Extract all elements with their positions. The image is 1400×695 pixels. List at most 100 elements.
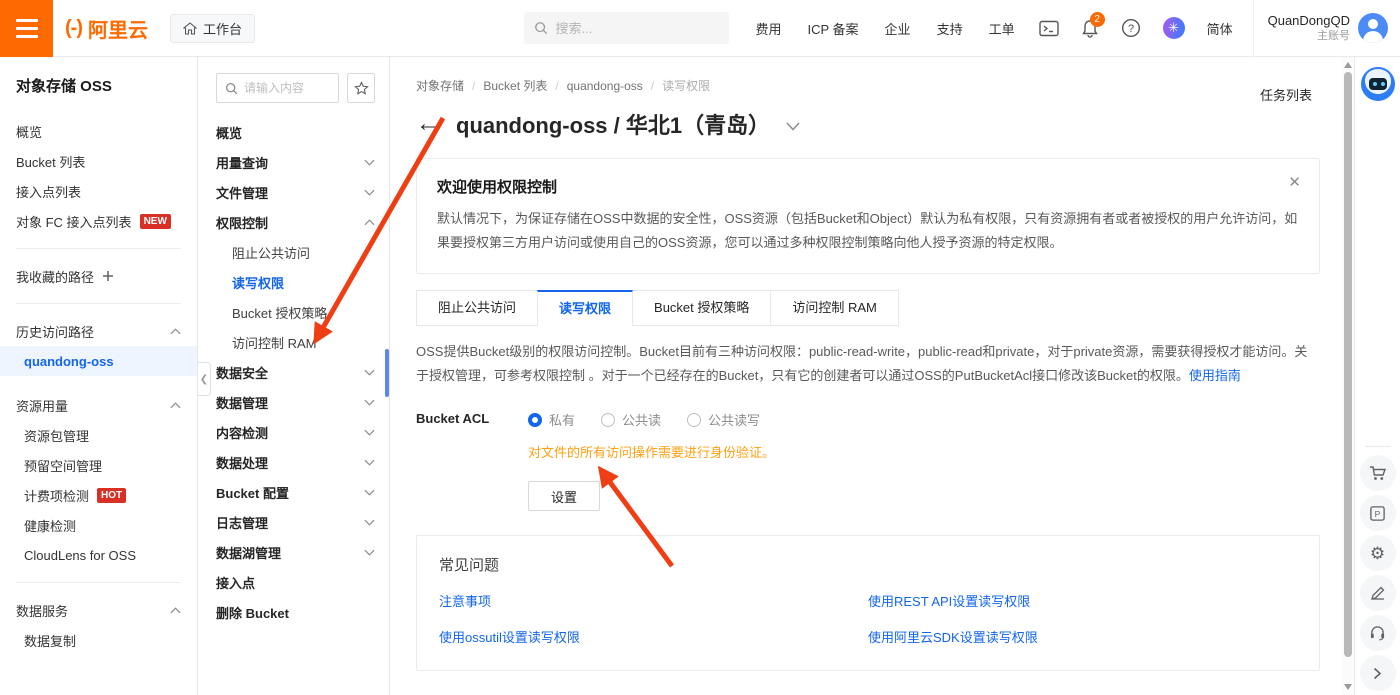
bucket-menu: 概览 用量查询 文件管理 权限控制 阻止公共访问 读写权限 Bucket 授权策…	[198, 57, 390, 695]
task-list-link[interactable]: 任务列表	[1260, 85, 1312, 104]
back-arrow-icon[interactable]: ←	[416, 112, 440, 136]
tab-block-public-access[interactable]: 阻止公共访问	[416, 290, 539, 326]
menu-item-ram-access-control[interactable]: 访问控制 RAM	[216, 327, 375, 357]
sidebar-item-fc-access-points[interactable]: 对象 FC 接入点列表 NEW	[16, 206, 181, 236]
scroll-up-arrow[interactable]	[1344, 62, 1352, 68]
sidebar-divider	[16, 582, 181, 583]
radio-public-read[interactable]: 公共读	[601, 410, 661, 429]
workbench-label: 工作台	[202, 21, 242, 37]
ai-assistant-icon[interactable]	[1360, 67, 1395, 101]
menu-item-block-public-access[interactable]: 阻止公共访问	[216, 237, 375, 267]
sidebar-item-overview[interactable]: 概览	[16, 116, 181, 146]
language-toggle[interactable]: 简体	[1207, 19, 1233, 38]
welcome-title: 欢迎使用权限控制	[437, 179, 558, 196]
sidebar-section-history[interactable]: 历史访问路径	[16, 316, 181, 346]
scroll-down-arrow[interactable]	[1344, 684, 1352, 690]
close-icon[interactable]: ✕	[1288, 173, 1301, 191]
nav-icp[interactable]: ICP 备案	[807, 19, 858, 38]
faq-link-rest-api[interactable]: 使用REST API设置读写权限	[868, 591, 1297, 610]
sidebar-title: 对象存储 OSS	[16, 78, 112, 95]
account-menu[interactable]: QuanDongQD 主账号	[1268, 13, 1388, 43]
breadcrumb: 对象存储 / Bucket 列表 / quandong-oss / 读写权限	[416, 77, 711, 94]
radio-private[interactable]: 私有	[528, 410, 575, 429]
sidebar-item-bucket-list[interactable]: Bucket 列表	[16, 146, 181, 176]
chevron-right-icon[interactable]	[1359, 655, 1396, 691]
page-title: quandong-oss / 华北1（青岛）	[456, 113, 771, 138]
sidebar-item-resource-packages[interactable]: 资源包管理	[16, 420, 181, 450]
edit-pencil-icon[interactable]	[1359, 575, 1396, 611]
main-scrollbar[interactable]	[1342, 57, 1354, 695]
sidebar-item-billing-check[interactable]: 计费项检测 HOT	[16, 480, 181, 510]
tab-read-write-permission[interactable]: 读写权限	[537, 290, 634, 326]
avatar[interactable]	[1358, 13, 1388, 43]
workbench-button[interactable]: 工作台	[169, 13, 255, 43]
menu-item-access-point[interactable]: 接入点	[216, 567, 375, 597]
permission-tabs: 阻止公共访问 读写权限 Bucket 授权策略 访问控制 RAM	[416, 290, 1320, 326]
menu-item-bucket-settings[interactable]: Bucket 配置	[216, 477, 375, 507]
menu-item-delete-bucket[interactable]: 删除 Bucket	[216, 597, 375, 627]
sidebar-item-data-replication[interactable]: 数据复制	[16, 625, 181, 655]
svg-text:P: P	[1375, 508, 1381, 518]
main-scrollbar-thumb[interactable]	[1344, 72, 1352, 657]
docs-icon[interactable]: P	[1359, 495, 1396, 531]
headset-icon[interactable]	[1359, 615, 1396, 651]
menu-item-file-management[interactable]: 文件管理	[216, 177, 375, 207]
assistant-star-icon[interactable]: ✳	[1162, 17, 1185, 39]
breadcrumb-oss[interactable]: 对象存储	[416, 77, 464, 94]
bucket-menu-search-input[interactable]	[244, 81, 330, 95]
help-icon[interactable]: ?	[1121, 18, 1141, 38]
sidebar-item-favorite-paths[interactable]: 我收藏的路径	[16, 261, 181, 291]
menu-scrollbar-thumb[interactable]	[385, 349, 389, 397]
bucket-acl-row: Bucket ACL 私有 公共读 公共读写	[416, 410, 1320, 429]
menu-item-permission-control[interactable]: 权限控制	[216, 207, 375, 237]
plus-icon[interactable]	[102, 270, 114, 282]
sidebar-item-reserved-capacity[interactable]: 预留空间管理	[16, 450, 181, 480]
guide-link[interactable]: 使用指南	[1189, 368, 1241, 383]
menu-item-read-write-permission[interactable]: 读写权限	[216, 267, 375, 297]
tab-ram-access-control[interactable]: 访问控制 RAM	[770, 290, 899, 326]
terminal-icon[interactable]	[1038, 20, 1059, 37]
sidebar-section-data-service[interactable]: 数据服务	[16, 595, 181, 625]
aliyun-logo[interactable]: (-) 阿里云	[65, 14, 148, 43]
sidebar-item-cloudlens[interactable]: CloudLens for OSS	[16, 540, 181, 570]
favorite-star-button[interactable]	[347, 73, 375, 103]
radio-public-read-write[interactable]: 公共读写	[687, 410, 760, 429]
menu-item-data-lake-management[interactable]: 数据湖管理	[216, 537, 375, 567]
global-search[interactable]	[524, 12, 730, 44]
aliyun-logo-text: 阿里云	[87, 19, 148, 42]
menu-item-data-processing[interactable]: 数据处理	[216, 447, 375, 477]
menu-item-usage-query[interactable]: 用量查询	[216, 147, 375, 177]
tab-bucket-policy[interactable]: Bucket 授权策略	[632, 290, 772, 326]
menu-item-log-management[interactable]: 日志管理	[216, 507, 375, 537]
notification-bell-icon[interactable]: 2	[1081, 11, 1105, 38]
sidebar-item-access-points[interactable]: 接入点列表	[16, 176, 181, 206]
bucket-menu-search[interactable]	[216, 73, 339, 103]
menu-item-data-security[interactable]: 数据安全	[216, 357, 375, 387]
faq-link-notes[interactable]: 注意事项	[439, 591, 868, 610]
gear-icon[interactable]: ⚙	[1359, 535, 1396, 571]
sidebar-section-resource-usage[interactable]: 资源用量	[16, 390, 181, 420]
nav-support[interactable]: 支持	[937, 19, 963, 38]
menu-item-content-moderation[interactable]: 内容检测	[216, 417, 375, 447]
set-button[interactable]: 设置	[528, 481, 600, 511]
sidebar-collapse-handle[interactable]: ❮	[198, 362, 211, 396]
breadcrumb-bucket-name[interactable]: quandong-oss	[567, 79, 643, 93]
svg-text:?: ?	[1128, 23, 1134, 35]
menu-item-overview[interactable]: 概览	[216, 117, 375, 147]
sidebar-item-quandong-oss[interactable]: quandong-oss	[0, 346, 197, 376]
cart-icon[interactable]	[1359, 455, 1396, 491]
breadcrumb-bucket-list[interactable]: Bucket 列表	[483, 77, 547, 94]
faq-link-ossutil[interactable]: 使用ossutil设置读写权限	[439, 627, 868, 646]
global-search-input[interactable]	[555, 20, 706, 36]
nav-tickets[interactable]: 工单	[989, 19, 1015, 38]
chevron-down-icon[interactable]	[786, 121, 800, 131]
nav-enterprise[interactable]: 企业	[885, 19, 911, 38]
menu-item-data-management[interactable]: 数据管理	[216, 387, 375, 417]
menu-item-bucket-policy[interactable]: Bucket 授权策略	[216, 297, 375, 327]
top-icons: 2 ? ✳	[1038, 11, 1185, 39]
sidebar-item-health-check[interactable]: 健康检测	[16, 510, 181, 540]
faq-link-sdk[interactable]: 使用阿里云SDK设置读写权限	[868, 627, 1297, 646]
radio-icon	[528, 412, 542, 427]
nav-billing[interactable]: 费用	[755, 19, 781, 38]
hamburger-menu-icon[interactable]	[0, 0, 53, 57]
